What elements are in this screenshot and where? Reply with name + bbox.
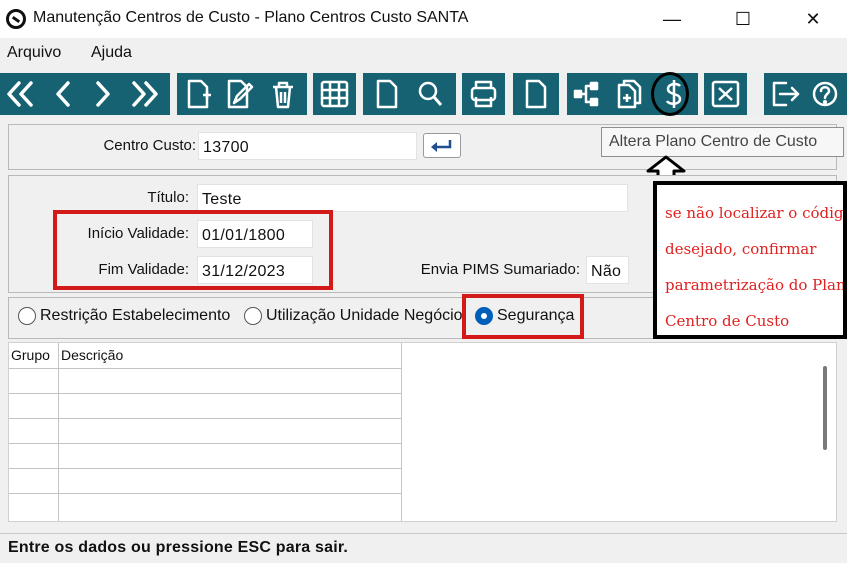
app-icon[interactable] [6, 9, 26, 29]
menu-ajuda[interactable]: Ajuda [91, 44, 132, 62]
record-actions-group [177, 73, 307, 115]
grid-view-icon [320, 80, 349, 108]
print-icon [470, 80, 497, 108]
first-record-icon[interactable] [7, 81, 33, 107]
row-divider [9, 418, 401, 419]
centro-custo-input[interactable]: 13700 [198, 132, 417, 160]
row-divider [9, 468, 401, 469]
new-record-icon[interactable] [187, 79, 211, 109]
row-divider [9, 393, 401, 394]
document-search-group [363, 73, 456, 115]
status-message: Entre os dados ou pressione ESC para sai… [8, 539, 349, 556]
minimize-button[interactable]: — [649, 0, 695, 38]
row-divider [9, 493, 401, 494]
edit-record-icon[interactable] [227, 79, 254, 109]
exit-icon[interactable] [772, 81, 800, 107]
exit-help-group [764, 73, 847, 115]
close-button[interactable]: ✕ [790, 0, 836, 38]
table-scrollbar[interactable] [823, 366, 827, 450]
titulo-label: Título: [147, 189, 189, 206]
menu-arquivo[interactable]: Arquivo [7, 44, 61, 62]
toolbar [0, 72, 847, 116]
row-divider [9, 443, 401, 444]
maximize-button[interactable]: ☐ [720, 0, 766, 38]
window-title: Manutenção Centros de Custo - Plano Cent… [33, 9, 469, 26]
help-icon[interactable] [812, 81, 838, 107]
next-record-icon[interactable] [96, 81, 110, 107]
annotation-note: se não localizar o código desejado, conf… [653, 181, 847, 339]
pims-label: Envia PIMS Sumariado: [420, 261, 580, 278]
note-line: desejado, confirmar [665, 240, 817, 258]
title-bar: Manutenção Centros de Custo - Plano Cent… [0, 0, 847, 38]
grupo-table[interactable]: Grupo Descrição [8, 342, 837, 522]
tooltip: Altera Plano Centro de Custo [601, 127, 844, 157]
note-line: parametrização do Plano de [665, 276, 846, 294]
cancel-icon [711, 80, 740, 108]
copy-icon[interactable] [617, 79, 642, 109]
last-record-icon[interactable] [132, 81, 158, 107]
pims-input[interactable]: Não [586, 256, 629, 284]
column-header-descricao[interactable]: Descrição [61, 347, 123, 363]
search-icon[interactable] [418, 81, 443, 106]
previous-record-icon[interactable] [56, 81, 70, 107]
annotation-circle [651, 72, 689, 116]
column-divider [401, 343, 402, 521]
delete-record-icon[interactable] [273, 81, 293, 109]
highlight-box-seguranca [462, 294, 584, 339]
print-button[interactable] [462, 73, 505, 115]
centro-custo-label: Centro Custo: [103, 137, 196, 154]
menu-bar: Arquivo Ajuda [0, 38, 847, 68]
row-divider [9, 368, 401, 369]
page-button[interactable] [513, 73, 559, 115]
grid-view-button[interactable] [313, 73, 356, 115]
hierarchy-icon[interactable] [573, 81, 599, 107]
highlight-box-dates [53, 210, 333, 290]
column-header-grupo[interactable]: Grupo [11, 347, 50, 363]
titulo-input[interactable]: Teste [197, 184, 628, 212]
page-icon [525, 79, 547, 109]
note-line: se não localizar o código [665, 204, 847, 222]
cancel-button[interactable] [704, 73, 747, 115]
column-divider [58, 343, 59, 521]
note-line: Centro de Custo [665, 312, 790, 330]
enter-icon [431, 139, 452, 152]
status-bar: Entre os dados ou pressione ESC para sai… [0, 533, 847, 563]
navigation-group [0, 73, 170, 115]
confirm-button[interactable] [423, 133, 461, 158]
document-icon[interactable] [376, 79, 398, 109]
